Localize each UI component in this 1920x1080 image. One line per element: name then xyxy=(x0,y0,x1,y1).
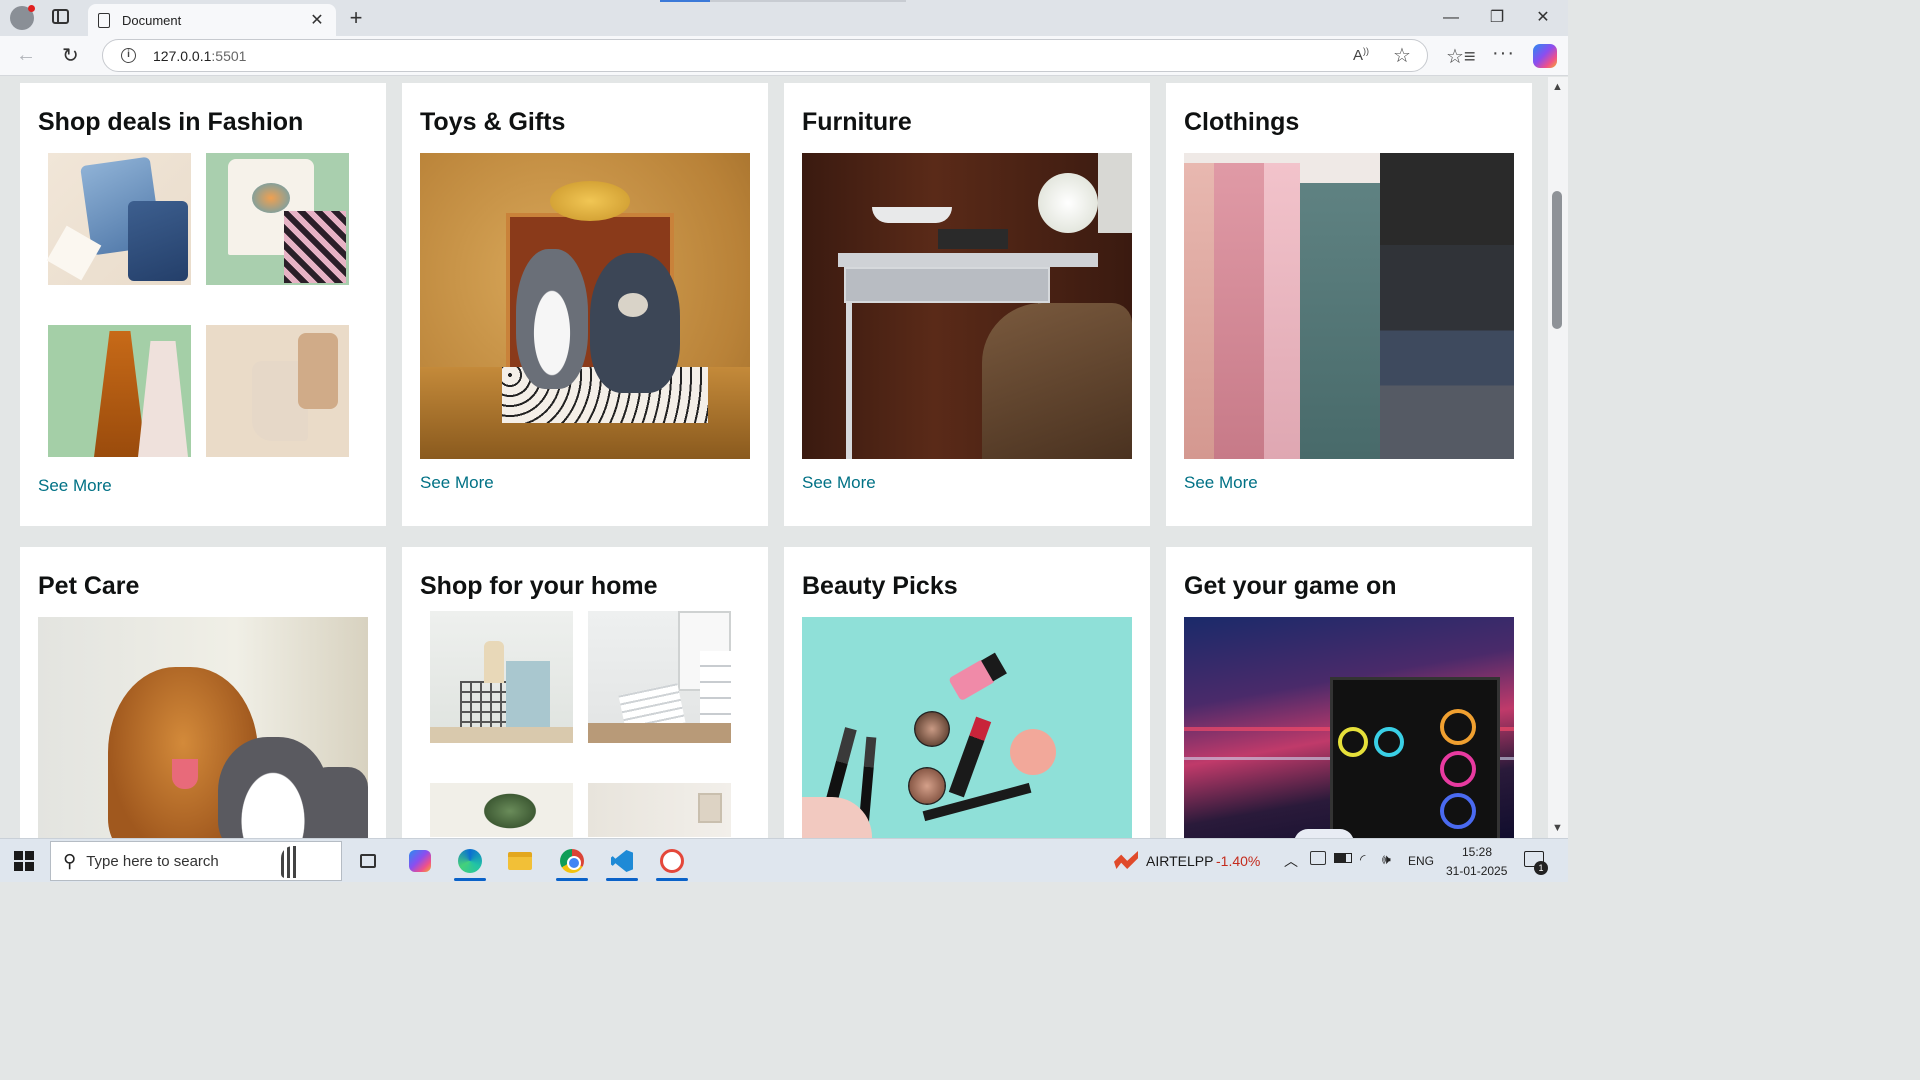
tab-actions-icon[interactable] xyxy=(52,9,69,24)
makeup-products-image[interactable] xyxy=(802,617,1132,838)
copilot-app-icon[interactable] xyxy=(400,845,440,877)
card-beauty: Beauty Picks xyxy=(784,547,1150,838)
see-more-link[interactable]: See More xyxy=(38,476,112,496)
dog-and-cat-image[interactable] xyxy=(38,617,368,838)
see-more-link[interactable]: See More xyxy=(1184,473,1258,493)
address-url[interactable]: 127.0.0.1:5501 xyxy=(153,48,246,64)
address-bar[interactable]: i 127.0.0.1:5501 A)) ☆ xyxy=(102,39,1428,72)
scroll-up-icon[interactable]: ▲ xyxy=(1552,81,1563,93)
browser-toolbar: ← ↻ i 127.0.0.1:5501 A)) ☆ ☆≡ ··· xyxy=(0,36,1568,76)
card-title: Get your game on xyxy=(1184,572,1397,600)
close-window-button[interactable]: ✕ xyxy=(1520,6,1566,30)
storage-crates-image[interactable] xyxy=(588,611,731,743)
page-content: Shop deals in Fashion See More Toys & Gi… xyxy=(0,77,1548,838)
scroll-down-icon[interactable]: ▼ xyxy=(1552,822,1563,834)
page-scrollbar[interactable]: ▲ ▼ xyxy=(1548,77,1568,838)
tab-title: Document xyxy=(122,12,182,28)
stock-name[interactable]: AIRTELPP xyxy=(1146,853,1213,869)
profile-avatar-icon[interactable] xyxy=(10,5,35,30)
wall-decor-image[interactable] xyxy=(588,783,731,837)
document-icon xyxy=(98,12,110,28)
minimize-button[interactable]: — xyxy=(1428,6,1474,30)
windows-start-icon[interactable] xyxy=(14,851,34,871)
card-pet-care: Pet Care xyxy=(20,547,386,838)
see-more-link[interactable]: See More xyxy=(802,473,876,493)
stock-change[interactable]: -1.40% xyxy=(1216,853,1260,869)
language-indicator[interactable]: ENG xyxy=(1408,854,1434,868)
read-aloud-icon[interactable]: A)) xyxy=(1353,46,1369,64)
battery-icon[interactable] xyxy=(1334,853,1352,863)
edge-browser-icon[interactable] xyxy=(450,845,490,881)
jeans-image[interactable] xyxy=(46,153,191,285)
new-tab-button[interactable]: + xyxy=(344,5,368,31)
dress-image[interactable] xyxy=(48,325,191,457)
card-title: Shop deals in Fashion xyxy=(38,108,304,136)
card-gaming: Get your game on xyxy=(1166,547,1532,838)
loading-indicator xyxy=(660,0,710,2)
stock-ticker-icon[interactable] xyxy=(1114,851,1138,869)
search-highlight-zebra-icon xyxy=(281,846,327,878)
card-title: Beauty Picks xyxy=(802,572,958,600)
vscode-icon[interactable] xyxy=(602,845,642,881)
see-more-link[interactable]: See More xyxy=(420,473,494,493)
search-icon: ⚲ xyxy=(63,850,77,871)
ankle-boots-image[interactable] xyxy=(206,325,349,457)
address-port: :5501 xyxy=(211,48,247,64)
folded-fabrics-image[interactable] xyxy=(1184,153,1514,459)
task-view-icon[interactable] xyxy=(348,845,388,877)
address-host: 127.0.0.1 xyxy=(153,48,212,64)
meet-now-icon[interactable] xyxy=(1310,851,1326,865)
card-title: Shop for your home xyxy=(420,572,658,600)
browser-tab[interactable]: Document ✕ xyxy=(88,4,336,36)
t-shirt-image[interactable] xyxy=(206,153,349,285)
card-toys-gifts: Toys & Gifts See More xyxy=(402,83,768,526)
site-info-icon[interactable]: i xyxy=(121,48,136,63)
plush-toys-gift-box-image[interactable] xyxy=(420,153,750,459)
loading-track xyxy=(710,0,906,2)
file-explorer-icon[interactable] xyxy=(500,845,540,877)
card-home: Shop for your home xyxy=(402,547,768,838)
search-placeholder: Type here to search xyxy=(86,852,219,870)
card-furniture: Furniture See More xyxy=(784,83,1150,526)
card-fashion: Shop deals in Fashion See More xyxy=(20,83,386,526)
scroll-thumb[interactable] xyxy=(1552,191,1562,329)
clock-date[interactable]: 31-01-2025 xyxy=(1446,864,1507,878)
volume-icon[interactable]: 🕪 xyxy=(1382,851,1391,868)
chrome-browser-icon[interactable] xyxy=(552,845,592,881)
card-clothings: Clothings See More xyxy=(1166,83,1532,526)
tab-close-icon[interactable]: ✕ xyxy=(308,10,326,30)
notification-count-badge: 1 xyxy=(1534,861,1548,875)
card-title: Furniture xyxy=(802,108,912,136)
copilot-icon[interactable] xyxy=(1533,44,1557,68)
more-options-icon[interactable]: ··· xyxy=(1492,42,1515,65)
card-title: Clothings xyxy=(1184,108,1300,136)
clock-time[interactable]: 15:28 xyxy=(1462,845,1492,859)
desk-and-chair-image[interactable] xyxy=(802,153,1132,459)
restore-button[interactable]: ❐ xyxy=(1474,6,1520,30)
wifi-icon[interactable]: ◜ xyxy=(1360,851,1365,868)
add-favorite-star-icon[interactable]: ☆ xyxy=(1393,43,1411,68)
gaming-pc-image[interactable] xyxy=(1184,617,1514,838)
plant-vase-image[interactable] xyxy=(430,783,573,837)
refresh-icon[interactable]: ↻ xyxy=(62,43,79,68)
back-icon[interactable]: ← xyxy=(16,44,36,67)
taskbar-search-box[interactable]: ⚲ Type here to search xyxy=(50,841,342,881)
basket-towels-image[interactable] xyxy=(430,611,573,743)
favorites-icon[interactable]: ☆≡ xyxy=(1446,44,1476,69)
app-icon[interactable] xyxy=(652,845,692,881)
card-title: Toys & Gifts xyxy=(420,108,566,136)
windows-taskbar: ⚲ Type here to search AIRTELPP -1.40% ︿ … xyxy=(0,838,1568,882)
card-title: Pet Care xyxy=(38,572,140,600)
show-hidden-icons-chevron-icon[interactable]: ︿ xyxy=(1284,851,1298,871)
browser-titlebar: Document ✕ + — ❐ ✕ xyxy=(0,0,1568,36)
